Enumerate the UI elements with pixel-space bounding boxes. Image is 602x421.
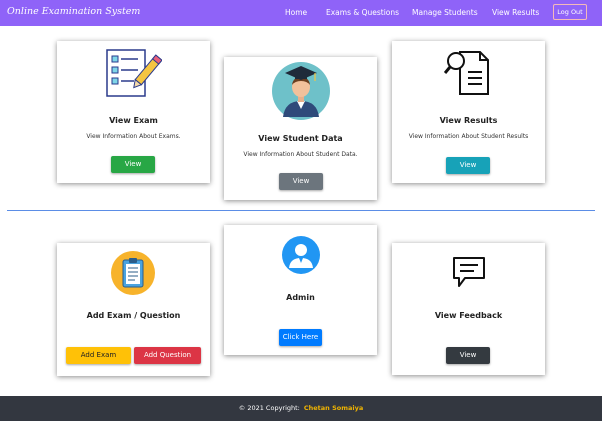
card-description: View Information About Exams. bbox=[86, 133, 181, 140]
footer: © 2021 Copyright: Chetan Somaiya bbox=[0, 396, 602, 421]
admin-user-icon bbox=[282, 236, 320, 274]
section-divider bbox=[7, 210, 595, 211]
card-title: View Feedback bbox=[434, 311, 503, 320]
card-admin: Admin Click Here bbox=[224, 225, 377, 355]
card-title: Add Exam / Question bbox=[86, 311, 181, 320]
card-title: View Student Data bbox=[258, 134, 343, 143]
student-avatar-icon bbox=[272, 62, 330, 120]
card-description: View Information About Student Data. bbox=[243, 151, 358, 158]
view-student-button[interactable]: View bbox=[279, 173, 323, 190]
footer-author-link[interactable]: Chetan Somaiya bbox=[304, 404, 363, 412]
add-question-button[interactable]: Add Question bbox=[134, 347, 201, 364]
checklist-pencil-icon bbox=[106, 49, 162, 97]
card-description: View Information About Student Results bbox=[408, 133, 529, 140]
card-title: View Results bbox=[439, 116, 498, 125]
view-results-button[interactable]: View bbox=[446, 157, 490, 174]
navbar: Online Examination System Home Exams & Q… bbox=[0, 0, 602, 26]
card-view-feedback: View Feedback View bbox=[392, 243, 545, 375]
view-exam-button[interactable]: View bbox=[111, 156, 155, 173]
card-view-results: View Results View Information About Stud… bbox=[392, 41, 545, 183]
nav-view-results[interactable]: View Results bbox=[492, 8, 539, 17]
admin-click-here-button[interactable]: Click Here bbox=[279, 329, 322, 346]
nav-home[interactable]: Home bbox=[285, 8, 307, 17]
add-exam-button[interactable]: Add Exam bbox=[66, 347, 131, 364]
nav-manage-students[interactable]: Manage Students bbox=[412, 8, 478, 17]
brand-title[interactable]: Online Examination System bbox=[7, 6, 140, 17]
card-add-exam-question: Add Exam / Question Add Exam Add Questio… bbox=[57, 243, 210, 376]
card-title: View Exam bbox=[109, 116, 158, 125]
card-title: Admin bbox=[286, 293, 315, 302]
card-view-exam: View Exam View Information About Exams. … bbox=[57, 41, 210, 183]
speech-bubble-icon bbox=[453, 257, 485, 287]
clipboard-icon bbox=[111, 251, 155, 295]
view-feedback-button[interactable]: View bbox=[446, 347, 490, 364]
document-search-icon bbox=[444, 51, 489, 95]
nav-exams-questions[interactable]: Exams & Questions bbox=[326, 8, 399, 17]
card-view-student-data: View Student Data View Information About… bbox=[224, 57, 377, 200]
footer-copyright: © 2021 Copyright: bbox=[238, 404, 300, 412]
logout-button[interactable]: Log Out bbox=[553, 4, 587, 20]
